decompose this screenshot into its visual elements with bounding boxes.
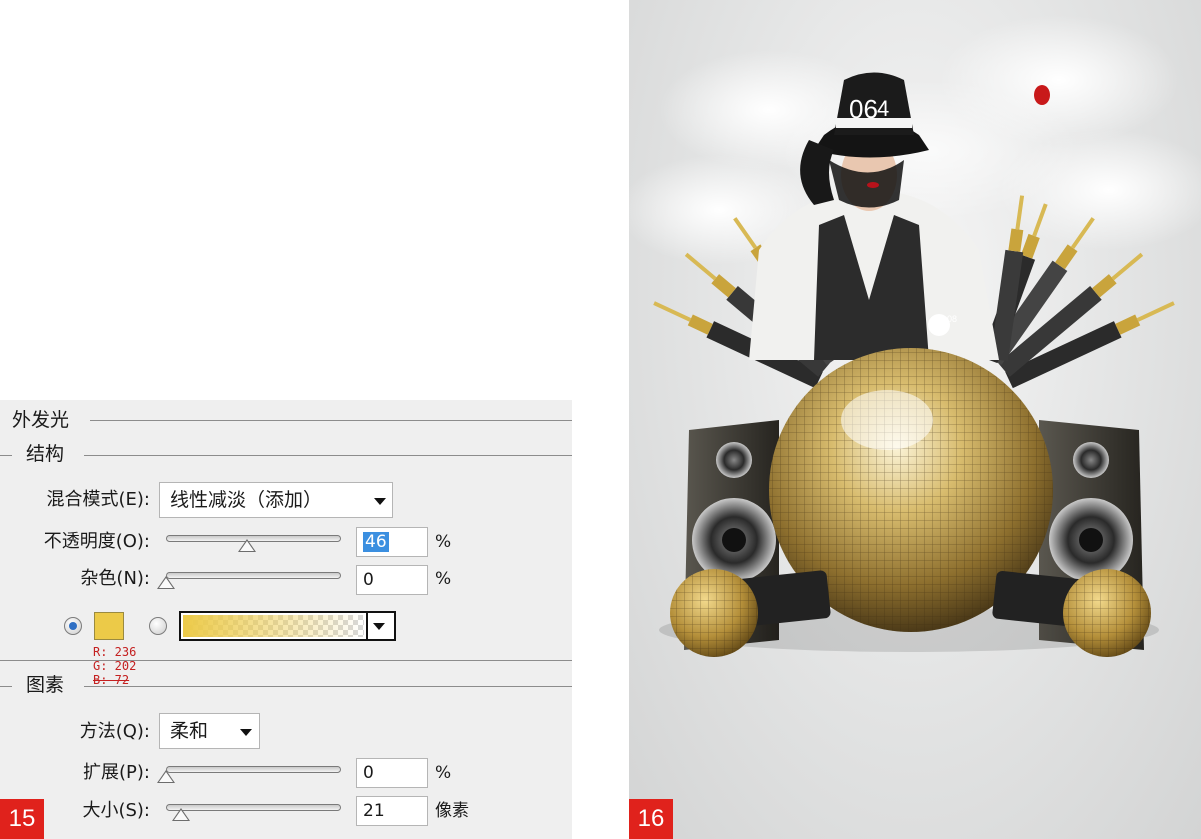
section-divider bbox=[90, 420, 572, 421]
step-badge: 16 bbox=[629, 799, 673, 839]
opacity-input[interactable]: 46 bbox=[356, 527, 428, 557]
size-slider-handle[interactable] bbox=[171, 808, 190, 821]
opacity-value: 46 bbox=[363, 532, 389, 552]
chevron-down-icon bbox=[374, 498, 386, 505]
screenshot-canvas: 外发光 结构 混合模式(E): 线性减淡（添加） 不透明度(O): 46 % 杂… bbox=[0, 0, 1201, 839]
hat-number-text-2: 4 bbox=[877, 96, 889, 121]
group-divider bbox=[0, 660, 572, 661]
hat-number-text: 06 bbox=[849, 94, 878, 124]
vest-number-text: 08 bbox=[947, 314, 957, 324]
spread-slider-handle[interactable] bbox=[157, 770, 175, 783]
size-input[interactable]: 21 bbox=[356, 796, 428, 826]
noise-value: 0 bbox=[363, 570, 374, 590]
spread-input[interactable]: 0 bbox=[356, 758, 428, 788]
opacity-slider-handle[interactable] bbox=[237, 539, 256, 552]
spread-label: 扩展(P): bbox=[83, 762, 150, 783]
noise-unit: % bbox=[435, 569, 452, 589]
gradient-radio[interactable] bbox=[149, 617, 167, 635]
group-divider bbox=[84, 455, 572, 456]
noise-slider-track[interactable] bbox=[166, 572, 341, 579]
balloon-shape bbox=[1034, 85, 1050, 105]
solid-color-radio[interactable] bbox=[64, 617, 82, 635]
blend-mode-label: 混合模式(E): bbox=[46, 489, 150, 510]
group-divider bbox=[0, 686, 12, 687]
chevron-down-icon bbox=[240, 729, 252, 736]
technique-select[interactable]: 柔和 bbox=[159, 713, 260, 749]
opacity-unit: % bbox=[435, 532, 452, 552]
opacity-label: 不透明度(O): bbox=[43, 531, 150, 552]
size-value: 21 bbox=[363, 801, 385, 821]
rgb-blue-annotation: B: 72 bbox=[93, 673, 130, 687]
noise-label: 杂色(N): bbox=[80, 568, 150, 589]
rgb-red-annotation: R: 236 bbox=[93, 645, 137, 659]
technique-value: 柔和 bbox=[170, 720, 209, 742]
noise-slider-handle[interactable] bbox=[157, 576, 175, 589]
rgb-green-annotation: G: 202 bbox=[93, 659, 137, 673]
group-divider bbox=[0, 455, 12, 456]
poster-artwork: 06 4 08 bbox=[629, 15, 1201, 657]
size-slider-track[interactable] bbox=[166, 804, 341, 811]
spread-value: 0 bbox=[363, 763, 374, 783]
size-unit: 像素 bbox=[435, 801, 469, 821]
structure-group-title: 结构 bbox=[22, 443, 69, 465]
technique-label: 方法(Q): bbox=[79, 721, 150, 742]
step-badge: 15 bbox=[0, 799, 44, 839]
chevron-down-icon[interactable] bbox=[373, 623, 385, 630]
gradient-picker[interactable] bbox=[179, 611, 396, 641]
blend-mode-select[interactable]: 线性减淡（添加） bbox=[159, 482, 393, 518]
elements-group-title: 图素 bbox=[26, 674, 65, 696]
outer-glow-panel: 外发光 结构 混合模式(E): 线性减淡（添加） 不透明度(O): 46 % 杂… bbox=[0, 400, 572, 839]
blend-mode-value: 线性减淡（添加） bbox=[170, 489, 323, 511]
gradient-divider bbox=[366, 613, 368, 639]
gradient-preview bbox=[183, 615, 364, 637]
section-title: 外发光 bbox=[8, 409, 74, 431]
spread-unit: % bbox=[435, 763, 452, 783]
glow-color-swatch[interactable] bbox=[94, 612, 124, 640]
noise-input[interactable]: 0 bbox=[356, 565, 428, 595]
group-divider bbox=[84, 686, 572, 687]
poster-preview: 06 4 08 16 bbox=[629, 0, 1201, 839]
spread-slider-track[interactable] bbox=[166, 766, 341, 773]
